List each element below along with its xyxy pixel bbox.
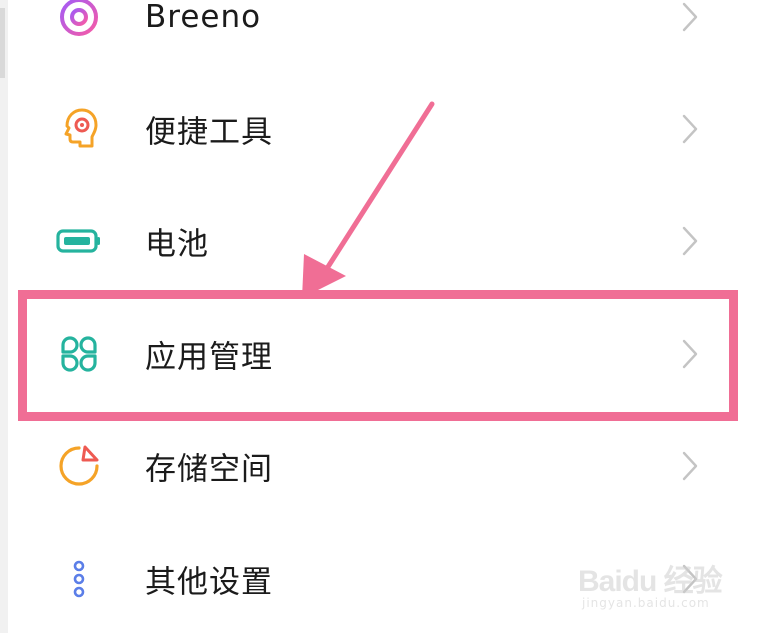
annotation-highlight-box <box>18 290 738 421</box>
settings-item-label: 便捷工具 <box>145 114 273 151</box>
settings-item-label: Breeno <box>145 0 262 35</box>
chevron-right-icon <box>680 450 700 482</box>
settings-item-label: 存储空间 <box>145 451 273 488</box>
settings-item-convenience-tools[interactable]: 便捷工具 <box>8 73 758 185</box>
other-settings-icon <box>56 556 102 602</box>
screen-left-edge <box>0 0 8 633</box>
convenience-tools-icon <box>56 106 102 152</box>
breeno-icon <box>56 0 102 40</box>
watermark-url: jingyan.baidu.com <box>582 596 710 610</box>
settings-item-breeno[interactable]: Breeno <box>8 0 758 73</box>
chevron-right-icon <box>680 113 700 145</box>
baidu-watermark: Baidu 经验 jingyan.baidu.com <box>578 552 748 622</box>
settings-item-battery[interactable]: 电池 <box>8 185 758 297</box>
settings-item-label: 电池 <box>145 226 209 263</box>
settings-item-label: 其他设置 <box>145 564 273 601</box>
battery-icon <box>56 218 102 264</box>
settings-item-storage[interactable]: 存储空间 <box>8 410 758 522</box>
scroll-indicator <box>0 8 5 78</box>
watermark-logo-text: Baidu 经验 <box>578 565 723 598</box>
chevron-right-icon <box>680 225 700 257</box>
storage-icon <box>56 443 102 489</box>
settings-screen: Breeno 便捷工具 电池 应用管理 存储空间 其他设置 Baidu 经验 j… <box>0 0 758 633</box>
chevron-right-icon <box>680 1 700 33</box>
